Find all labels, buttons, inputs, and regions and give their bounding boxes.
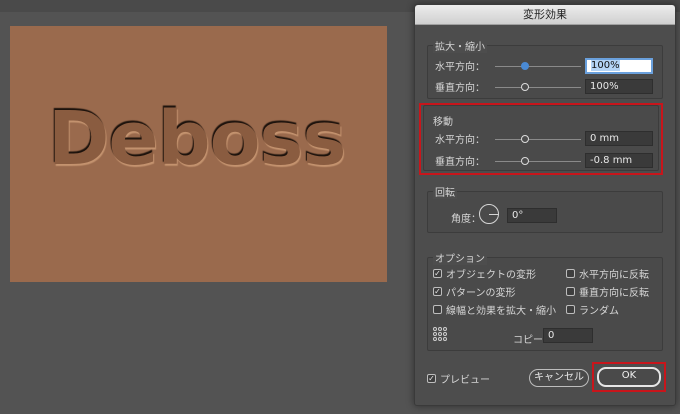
cancel-button[interactable]: キャンセル	[529, 369, 589, 387]
copies-input[interactable]: 0	[543, 328, 593, 343]
deboss-text: Deboss	[48, 96, 347, 182]
checkmark-icon[interactable]: ✓	[433, 287, 442, 296]
options-heading: オプション	[433, 250, 487, 265]
reflect-x-checkbox[interactable]: 水平方向に反転	[566, 266, 649, 281]
reflect-y-label: 垂直方向に反転	[579, 288, 649, 299]
rotate-angle-input[interactable]: 0°	[507, 208, 557, 223]
scale-horizontal-slider[interactable]	[495, 62, 581, 70]
random-checkbox[interactable]: ランダム	[566, 302, 619, 317]
copies-label: コピー	[513, 335, 543, 346]
checkmark-icon[interactable]: ✓	[427, 374, 436, 383]
checkmark-icon[interactable]: ✓	[433, 269, 442, 278]
rotate-angle-label: 角度：	[451, 214, 481, 225]
preview-label: プレビュー	[440, 375, 490, 386]
random-label: ランダム	[579, 306, 619, 317]
reflect-x-label: 水平方向に反転	[579, 270, 649, 281]
reference-point-icon[interactable]	[433, 327, 447, 341]
scale-vertical-label: 垂直方向：	[435, 83, 485, 94]
dialog-title[interactable]: 変形効果	[415, 5, 675, 25]
checkbox-empty-icon[interactable]	[566, 269, 575, 278]
scale-heading: 拡大・縮小	[433, 38, 487, 53]
transform-objects-checkbox[interactable]: ✓ オブジェクトの変形	[433, 266, 536, 281]
checkbox-empty-icon[interactable]	[566, 305, 575, 314]
scale-horizontal-label: 水平方向：	[435, 62, 485, 73]
scale-strokes-checkbox[interactable]: 線幅と効果を拡大・縮小	[433, 302, 556, 317]
preview-checkbox[interactable]: ✓ プレビュー	[427, 371, 490, 386]
scale-horizontal-value[interactable]: 100%	[585, 58, 653, 74]
transform-patterns-checkbox[interactable]: ✓ パターンの変形	[433, 284, 516, 299]
scale-strokes-label: 線幅と効果を拡大・縮小	[446, 306, 556, 317]
scale-vertical-input[interactable]: 100%	[585, 79, 653, 94]
checkbox-empty-icon[interactable]	[433, 305, 442, 314]
angle-dial-icon[interactable]	[479, 204, 499, 224]
transform-patterns-label: パターンの変形	[446, 288, 516, 299]
move-highlight-box	[419, 103, 663, 175]
slider-knob[interactable]	[521, 62, 529, 70]
scale-vertical-slider[interactable]	[495, 83, 581, 91]
slider-knob[interactable]	[521, 83, 529, 91]
reflect-y-checkbox[interactable]: 垂直方向に反転	[566, 284, 649, 299]
rotate-heading: 回転	[433, 184, 457, 199]
checkbox-empty-icon[interactable]	[566, 287, 575, 296]
transform-objects-label: オブジェクトの変形	[446, 270, 536, 281]
transform-effect-dialog: 変形効果 拡大・縮小 水平方向： 100% 垂直方向： 100% 移動 水平方向…	[414, 4, 676, 406]
ok-highlight-box	[592, 362, 666, 392]
